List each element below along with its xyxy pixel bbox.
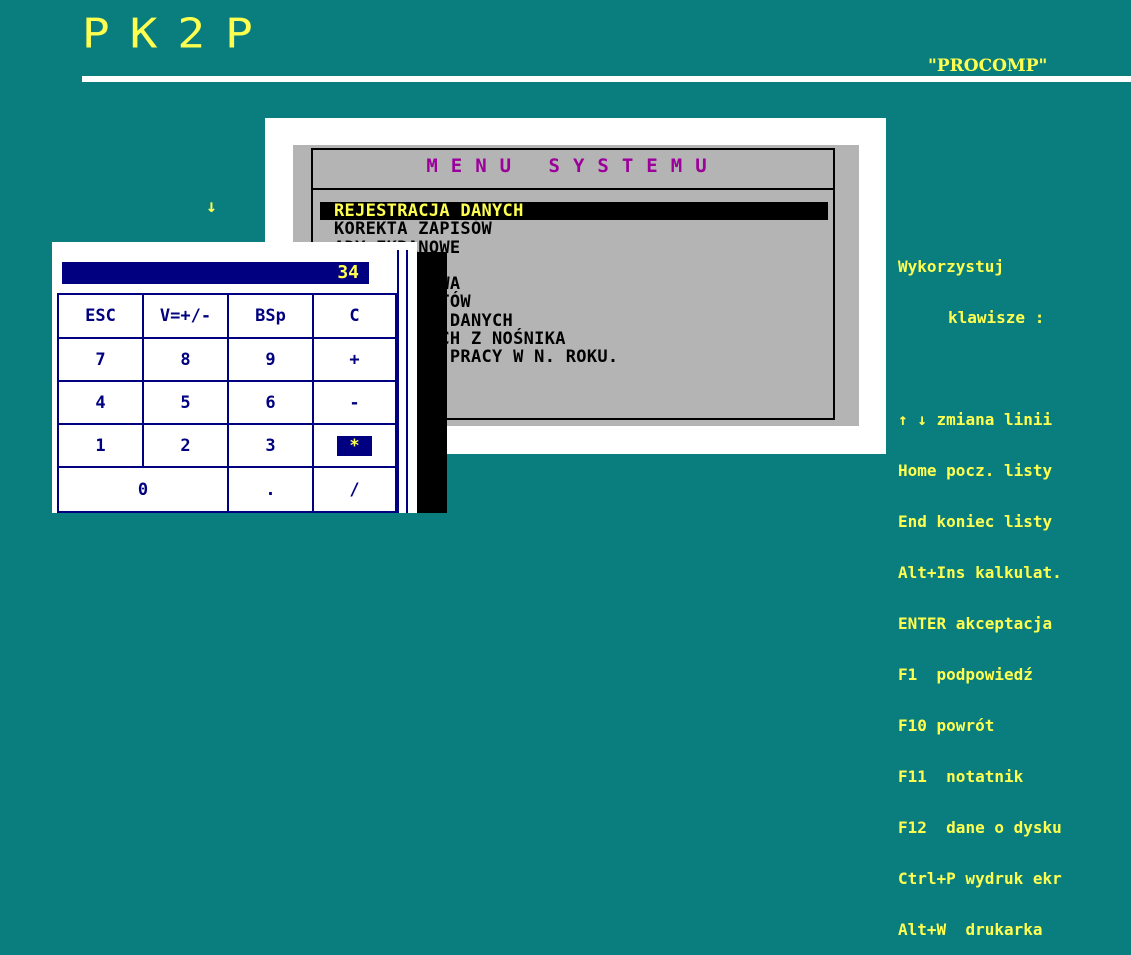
help-row: Alt+Ins kalkulat. [898,563,1062,582]
calc-key-4[interactable]: 4 [59,382,144,425]
help-key: Home [898,461,937,480]
calculator-shadow [417,252,447,513]
help-row: ENTER akceptacja [898,614,1053,633]
help-row: Alt+W drukarka [898,920,1043,939]
calc-key-5[interactable]: 5 [144,382,229,425]
calculator-keypad: ESC V=+/- BSp C 7 8 9 + 4 5 6 - 1 2 3 * … [57,293,397,513]
help-row: F12 dane o dysku [898,818,1062,837]
help-subheading: klawisze : [948,308,1045,327]
help-row: F10 powrót [898,716,995,735]
calc-key-divide[interactable]: / [314,468,397,513]
calc-key-1[interactable]: 1 [59,425,144,468]
calc-key-2[interactable]: 2 [144,425,229,468]
menu-item-korekta-zapisow[interactable]: KOREKTA ZAPISÓW [320,220,828,239]
calculator-display: 34 [62,262,369,284]
calc-key-multiply[interactable]: * [314,425,397,468]
app-logo: PK2P [82,8,273,58]
calc-key-8[interactable]: 8 [144,339,229,382]
calc-key-sign[interactable]: V=+/- [144,295,229,339]
calc-key-plus[interactable]: + [314,339,397,382]
header-divider [82,76,1131,82]
menu-item-rejestracja-danych[interactable]: REJESTRACJA DANYCH [320,202,828,220]
calculator-border [397,250,399,513]
calc-key-6[interactable]: 6 [229,382,314,425]
calc-key-9[interactable]: 9 [229,339,314,382]
down-arrow-icon: ↓ [206,196,217,217]
calc-key-3[interactable]: 3 [229,425,314,468]
help-key: End [898,512,927,531]
calc-key-decimal[interactable]: . [229,468,314,513]
help-row: F1 podpowiedź [898,665,1033,684]
calc-key-0[interactable]: 0 [59,468,229,513]
help-key: Alt+Ins [898,563,966,582]
menu-title: MENU SYSTEMU [426,155,720,177]
help-key: F10 [898,716,927,735]
help-key: ENTER [898,614,947,633]
help-key: Alt+W [898,920,947,939]
calc-key-backspace[interactable]: BSp [229,295,314,339]
calc-key-minus[interactable]: - [314,382,397,425]
help-key: F12 [898,818,927,837]
calc-key-multiply-label: * [337,435,372,456]
help-panel: Wykorzystuj klawisze : ↑ ↓ zmiana linii … [898,224,1062,955]
calc-key-7[interactable]: 7 [59,339,144,382]
help-key: F1 [898,665,918,684]
calculator-border [406,250,408,513]
calc-key-esc[interactable]: ESC [59,295,144,339]
help-row: Home pocz. listy [898,461,1053,480]
help-row: ↑ ↓ zmiana linii [898,410,1053,429]
help-row: Ctrl+P wydruk ekr [898,869,1062,888]
menu-title-divider [311,188,835,190]
help-key: F11 [898,767,927,786]
help-heading: Wykorzystuj [898,257,1004,276]
help-row: End koniec listy [898,512,1053,531]
help-key: ↑ ↓ [898,410,927,429]
help-row: F11 notatnik [898,767,1024,786]
company-name: "PROCOMP" [928,56,1048,76]
help-key: Ctrl+P [898,869,956,888]
calc-key-clear[interactable]: C [314,295,397,339]
